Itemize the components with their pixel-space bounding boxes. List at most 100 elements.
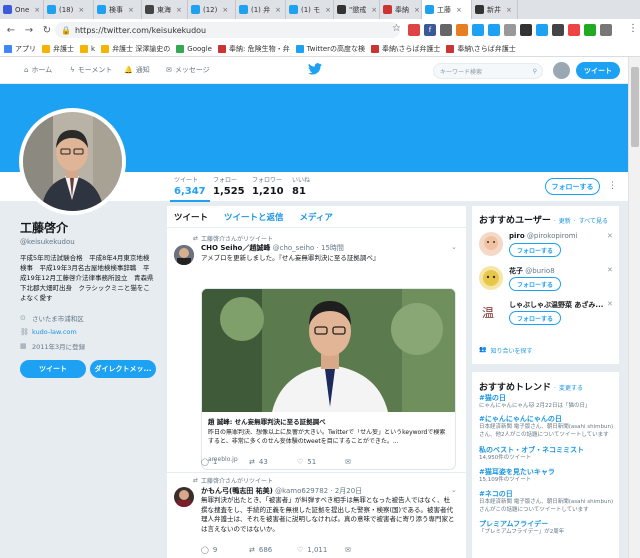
profile-photo[interactable] — [19, 108, 126, 215]
profile-stat[interactable]: フォロー 1,525 — [209, 175, 249, 202]
twitter-bird-icon[interactable] — [308, 63, 322, 75]
nav-notifications[interactable]: 🔔 通知 — [124, 65, 150, 75]
tweet-author[interactable]: CHO Seiho／趙誠峰 — [201, 244, 270, 252]
extension-icon[interactable] — [440, 24, 452, 36]
bookmark-item[interactable]: Twitterの高度な検 — [295, 44, 365, 54]
trend-name[interactable]: #にゃんにゃんにゃんの日 — [479, 414, 615, 424]
like-action[interactable]: ♡ 51 — [297, 458, 345, 466]
bookmark-item[interactable]: 奉納\さらば弁護士 — [446, 44, 516, 54]
bookmark-item[interactable]: アプリ — [4, 44, 36, 54]
extension-icon[interactable] — [568, 24, 580, 36]
avatar[interactable]: 温 — [479, 300, 503, 324]
facebook-icon[interactable]: f — [424, 24, 436, 36]
profile-stat[interactable]: フォロワー 1,210 — [248, 175, 288, 202]
tweet-handle[interactable]: @kamo629782 — [275, 487, 328, 495]
browser-tab[interactable]: (12) × — [188, 0, 236, 19]
compose-tweet-button[interactable]: ツイート — [576, 62, 620, 79]
star-icon[interactable]: ☆ — [392, 23, 401, 34]
scrollbar-thumb[interactable] — [631, 67, 639, 147]
follow-button[interactable]: フォローする — [509, 311, 561, 325]
suggested-user[interactable]: 花子 @burio8 フォローする ✕ — [479, 266, 619, 294]
tweet-time[interactable]: 2月20日 — [335, 487, 362, 495]
extension-icon[interactable] — [600, 24, 612, 36]
nav-moments[interactable]: ϟ モーメント — [70, 65, 112, 75]
close-icon[interactable]: × — [275, 6, 281, 14]
website-link[interactable]: kudo-law.com — [32, 328, 77, 336]
suggested-user[interactable]: 温 しゃぶしゃぶ温野菜 あざみ... フォローする ✕ — [479, 300, 619, 328]
extension-icon[interactable] — [504, 24, 516, 36]
search-icon[interactable]: ⚲ — [533, 68, 537, 75]
tab-tweets-replies[interactable]: ツイートと返信 — [224, 211, 284, 223]
more-icon[interactable]: ⋮ — [608, 181, 618, 191]
browser-tab[interactable]: (18) × — [44, 0, 94, 19]
close-icon[interactable]: × — [176, 6, 182, 14]
bookmark-item[interactable]: 弁護士 深澤諭史の — [101, 44, 170, 54]
view-all-link[interactable]: すべて見る — [579, 216, 608, 225]
suggested-user[interactable]: piro @pirokopiromi フォローする ✕ — [479, 232, 619, 260]
close-icon[interactable]: × — [78, 6, 84, 14]
user-name[interactable]: しゃぶしゃぶ温野菜 あざみ... — [509, 301, 603, 309]
trend-item[interactable]: #ネコの日 日本経済新聞 電子版さん、朝日新聞(asahi shimbun)さんが… — [479, 489, 615, 514]
tweet-time[interactable]: 15時間 — [321, 244, 344, 252]
trend-name[interactable]: #猫耳姿を見たいキャラ — [479, 467, 615, 477]
trend-name[interactable]: #猫の日 — [479, 393, 615, 403]
browser-tab[interactable]: 工藤 × — [422, 0, 472, 19]
close-icon[interactable]: × — [456, 6, 462, 14]
account-avatar[interactable] — [553, 62, 570, 79]
avatar[interactable] — [479, 232, 503, 256]
close-icon[interactable]: × — [128, 6, 134, 14]
browser-tab[interactable]: One × — [0, 0, 44, 19]
extension-icon[interactable] — [520, 24, 532, 36]
bookmark-item[interactable]: 奉納: 危険生物・弁 — [217, 44, 290, 54]
tab-tweets[interactable]: ツイート — [174, 211, 208, 223]
browser-tab[interactable]: 新井 × — [472, 0, 518, 19]
bookmark-item[interactable]: 奉納\さらば弁護士 — [371, 44, 440, 54]
dm-action[interactable]: ✉ — [345, 458, 393, 466]
retweet-action[interactable]: ⇄ 43 — [249, 458, 297, 466]
avatar[interactable] — [174, 245, 194, 265]
change-trends-link[interactable]: 変更する — [559, 383, 583, 392]
follow-button[interactable]: フォローする — [545, 178, 600, 195]
close-icon[interactable]: × — [371, 6, 377, 14]
trend-item[interactable]: #猫耳姿を見たいキャラ 15,109件のツイート — [479, 467, 615, 485]
refresh-link[interactable]: 更新 — [559, 216, 571, 225]
tweet-to-button[interactable]: ツイート — [20, 360, 86, 378]
bookmark-item[interactable]: k — [80, 44, 95, 53]
browser-tab[interactable]: 奉納 × — [380, 0, 422, 19]
trend-name[interactable]: 私のベスト・オブ・ネコミミスト — [479, 445, 615, 455]
menu-icon[interactable]: ⋮ — [628, 23, 638, 34]
link-card[interactable]: 趙 誠峰: せん妄無罪判決に至る証拠調べ 昨日の無罪判決、想像以上に反響が大きい… — [201, 288, 456, 470]
trend-item[interactable]: #にゃんにゃんにゃんの日 日本経済新聞 電子版さん、朝日新聞(asahi shim… — [479, 414, 615, 439]
close-icon[interactable]: ✕ — [607, 266, 613, 274]
tweet[interactable]: ⇄ 工藤啓介さんがリツイート かもん弓(鴨志田 祐美) @kamo629782 ·… — [167, 474, 466, 558]
reply-action[interactable]: ◯ 1 — [201, 458, 249, 466]
trend-name[interactable]: プレミアムフライデー — [479, 519, 615, 529]
nav-messages[interactable]: ✉ メッセージ — [166, 65, 210, 75]
profile-stat[interactable]: ツイート 6,347 — [170, 175, 210, 202]
trend-name[interactable]: #ネコの日 — [479, 489, 615, 499]
search-input[interactable]: キーワード検索 ⚲ — [433, 63, 543, 79]
trend-item[interactable]: #猫の日 にゃんにゃんにゃん🐱 2月22日は「猫の日」 — [479, 393, 615, 411]
close-icon[interactable]: ✕ — [607, 232, 613, 240]
dm-action[interactable]: ✉ — [345, 546, 393, 554]
avatar[interactable] — [174, 487, 194, 507]
scrollbar[interactable] — [628, 57, 640, 558]
direct-message-button[interactable]: ダイレクトメッ... — [90, 360, 156, 378]
url-bar[interactable]: 🔒 https://twitter.com/keisukekudou — [55, 22, 400, 38]
find-friends-link[interactable]: 👥 知り合いを探す — [479, 346, 533, 355]
follow-button[interactable]: フォローする — [509, 277, 561, 291]
close-icon[interactable]: × — [414, 6, 420, 14]
chevron-down-icon[interactable]: ⌄ — [451, 243, 457, 251]
tab-media[interactable]: メディア — [300, 211, 333, 223]
extension-icon[interactable] — [408, 24, 420, 36]
extension-icon[interactable] — [584, 24, 596, 36]
avatar[interactable] — [479, 266, 503, 290]
browser-tab[interactable]: (1) モ × — [286, 0, 334, 19]
user-name[interactable]: piro — [509, 232, 525, 240]
extension-icon[interactable] — [456, 24, 468, 36]
close-icon[interactable]: × — [34, 6, 40, 14]
extension-icon[interactable] — [552, 24, 564, 36]
close-icon[interactable]: × — [222, 6, 228, 14]
bookmark-item[interactable]: 弁護士 — [42, 44, 74, 54]
extension-icon[interactable] — [472, 24, 484, 36]
